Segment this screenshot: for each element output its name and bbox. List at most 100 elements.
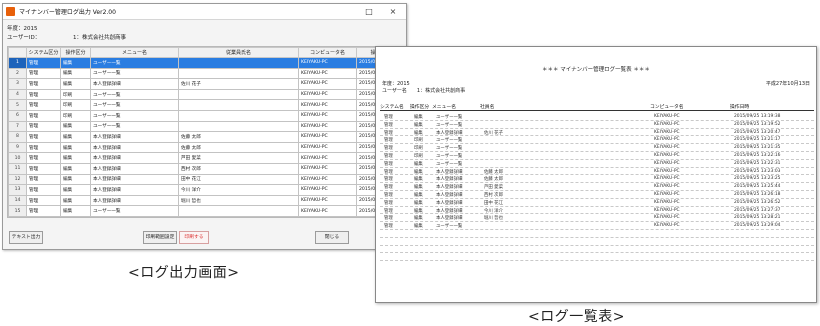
log-cell-op: 編集	[60, 184, 91, 196]
close-window-button[interactable]: ×	[386, 5, 400, 18]
report-row: 管理 印刷 ユーザー一覧 KEIYAKU-PC 2015/09/25 13:21:35	[380, 144, 814, 152]
close-button[interactable]: 閉じる	[315, 231, 349, 244]
report-row: 管理 編集 本人登録詳細 西村 次郎 KEIYAKU-PC 2015/09/25 13:2…	[380, 191, 814, 199]
log-cell-emp	[178, 57, 299, 69]
log-cell-emp	[178, 88, 299, 101]
report-cell: 2015/09/25 13:21:35	[734, 145, 781, 151]
log-cell-sys: 管理	[26, 152, 61, 164]
print-range-button[interactable]: 印刷範囲設定	[143, 231, 177, 244]
log-cell-n: 13	[8, 184, 27, 196]
log-row[interactable]: 8管理編集本人登録詳細佐藤 太郎KEIYAKU-PC2015/09/25 13:…	[8, 131, 405, 143]
log-row[interactable]: 3管理編集本人登録詳細佐川 花子KEIYAKU-PC2015/09/25 13:…	[8, 78, 405, 90]
log-cell-op: 編集	[60, 194, 91, 207]
log-cell-n: 5	[8, 99, 27, 111]
report-cell: 佐川 花子	[484, 130, 503, 136]
log-row[interactable]: 7管理編集ユーザー一覧KEIYAKU-PC2015/09/25 13:...	[8, 120, 405, 133]
maximize-button[interactable]: □	[362, 5, 376, 18]
log-cell-sys: 管理	[26, 78, 61, 90]
report-cell: KEIYAKU-PC	[654, 223, 680, 229]
report-cell: 編集	[414, 192, 423, 198]
log-row[interactable]: 9管理編集本人登録詳細佐藤 太郎KEIYAKU-PC2015/09/25 13:…	[8, 141, 405, 154]
report-row: 管理 編集 ユーザー一覧 KEIYAKU-PC 2015/09/25 13:19:52	[380, 121, 814, 129]
log-cell-emp: 堀川 哲也	[178, 194, 299, 207]
log-row[interactable]: 4管理印刷ユーザー一覧KEIYAKU-PC2015/09/25 13:...	[8, 88, 405, 101]
log-row[interactable]: 10管理編集本人登録詳細芦田 愛菜KEIYAKU-PC2015/09/25 13…	[8, 152, 405, 164]
report-user: ユーザー名 1：株式会社共創商事	[382, 88, 466, 94]
report-cell: KEIYAKU-PC	[654, 129, 680, 135]
log-report-sheet: ＊＊＊ マイナンバー管理ログ一覧表 ＊＊＊ 年度：2015 ユーザー名 1：株式…	[375, 46, 817, 303]
log-row[interactable]: 5管理印刷ユーザー一覧KEIYAKU-PC2015/09/25 13:...	[8, 99, 405, 111]
log-cell-sys: 管理	[26, 184, 61, 196]
log-cell-emp: 西村 次郎	[178, 162, 299, 175]
log-cell-menu: 本人登録詳細	[90, 141, 179, 154]
report-cell: KEIYAKU-PC	[654, 215, 680, 221]
report-cell: KEIYAKU-PC	[654, 168, 680, 174]
log-cell-n: 10	[8, 152, 27, 164]
report-cell: 編集	[414, 115, 423, 120]
log-cell-emp	[178, 205, 299, 217]
report-empty-row	[380, 246, 814, 254]
report-cell: KEIYAKU-PC	[654, 160, 680, 166]
log-cell-emp	[178, 120, 299, 133]
log-row[interactable]: 15管理編集ユーザー一覧KEIYAKU-PC2015/09/25 13:...	[8, 205, 405, 217]
report-row: 管理 編集 ユーザー一覧 KEIYAKU-PC 2015/09/25 13:29:04	[380, 222, 814, 230]
log-row[interactable]: 6管理印刷ユーザー一覧KEIYAKU-PC2015/09/25 13:...	[8, 109, 405, 122]
print-button[interactable]: 印刷する	[179, 231, 209, 244]
log-cell-pc: KEIYAKU-PC	[298, 152, 357, 164]
grid-header-row: システム区分操作区分メニュー名従業員氏名コンピュータ名操作日時	[8, 47, 405, 58]
log-cell-emp: 今川 洋介	[178, 184, 299, 196]
log-cell-emp: 佐藤 太郎	[178, 131, 299, 143]
grid-column-header[interactable]: メニュー名	[90, 47, 179, 58]
report-cell: 管理	[384, 153, 393, 159]
log-cell-n: 2	[8, 67, 27, 80]
log-cell-op: 印刷	[60, 109, 91, 122]
report-cell: 本人登録詳細	[436, 192, 463, 198]
report-row: 管理 編集 ユーザー一覧 KEIYAKU-PC 2015/09/25 13:22:31	[380, 160, 814, 168]
log-cell-pc: KEIYAKU-PC	[298, 141, 357, 154]
report-cell: 編集	[414, 216, 423, 222]
text-export-button[interactable]: テキスト出力	[9, 231, 43, 244]
report-cell: 2015/09/25 13:27:37	[734, 207, 781, 213]
log-row[interactable]: 1管理編集ユーザー一覧KEIYAKU-PC2015/09/25 13:...	[8, 57, 405, 69]
report-cell: 編集	[414, 208, 423, 214]
grid-column-header[interactable]: 操作区分	[60, 47, 91, 58]
log-cell-op: 編集	[60, 152, 91, 164]
log-row[interactable]: 11管理編集本人登録詳細西村 次郎KEIYAKU-PC2015/09/25 13…	[8, 162, 405, 175]
report-title: ＊＊＊ マイナンバー管理ログ一覧表 ＊＊＊	[542, 67, 650, 73]
log-cell-sys: 管理	[26, 194, 61, 207]
report-cell: 編集	[414, 177, 423, 183]
report-cell: KEIYAKU-PC	[654, 176, 680, 182]
report-cell: 管理	[384, 224, 393, 230]
report-cell: KEIYAKU-PC	[654, 121, 680, 127]
report-cell: ユーザー一覧	[436, 224, 463, 230]
log-row[interactable]: 13管理編集本人登録詳細今川 洋介KEIYAKU-PC2015/09/25 13…	[8, 184, 405, 196]
report-empty-row	[380, 238, 814, 246]
log-cell-n: 9	[8, 141, 27, 154]
log-cell-emp: 芦田 愛菜	[178, 152, 299, 164]
log-cell-sys: 管理	[26, 131, 61, 143]
report-cell: 管理	[384, 122, 393, 128]
grid-column-header[interactable]: システム区分	[26, 47, 61, 58]
log-cell-pc: KEIYAKU-PC	[298, 173, 357, 186]
grid-column-header[interactable]	[8, 47, 27, 58]
report-row: 管理 編集 本人登録詳細 芦田 愛菜 KEIYAKU-PC 2015/09/25 13:2…	[380, 183, 814, 191]
log-row[interactable]: 12管理編集本人登録詳細田中 花江KEIYAKU-PC2015/09/25 13…	[8, 173, 405, 186]
report-cell: 管理	[384, 216, 393, 222]
grid-column-header[interactable]: コンピュータ名	[298, 47, 357, 58]
report-column-header: コンピュータ名	[650, 105, 684, 110]
log-row[interactable]: 14管理編集本人登録詳細堀川 哲也KEIYAKU-PC2015/09/25 13…	[8, 194, 405, 207]
log-cell-sys: 管理	[26, 205, 61, 217]
log-cell-sys: 管理	[26, 120, 61, 133]
grid-column-header[interactable]: 従業員氏名	[178, 47, 299, 58]
report-row: 管理 編集 本人登録詳細 佐川 花子 KEIYAKU-PC 2015/09/25 13:2…	[380, 129, 814, 137]
log-cell-op: 編集	[60, 57, 91, 69]
report-row: 管理 編集 ユーザー一覧 KEIYAKU-PC 2015/09/25 13:19:38	[380, 113, 814, 121]
report-cell: ユーザー一覧	[436, 161, 463, 167]
report-column-header: システム名	[380, 105, 404, 110]
log-cell-n: 11	[8, 162, 27, 175]
log-grid[interactable]: システム区分操作区分メニュー名従業員氏名コンピュータ名操作日時 1管理編集ユーザ…	[7, 46, 405, 218]
log-row[interactable]: 2管理編集ユーザー一覧KEIYAKU-PC2015/09/25 13:...	[8, 67, 405, 80]
log-cell-n: 14	[8, 194, 27, 207]
report-cell: 本人登録詳細	[436, 130, 463, 136]
report-cell: ユーザー一覧	[436, 115, 463, 120]
